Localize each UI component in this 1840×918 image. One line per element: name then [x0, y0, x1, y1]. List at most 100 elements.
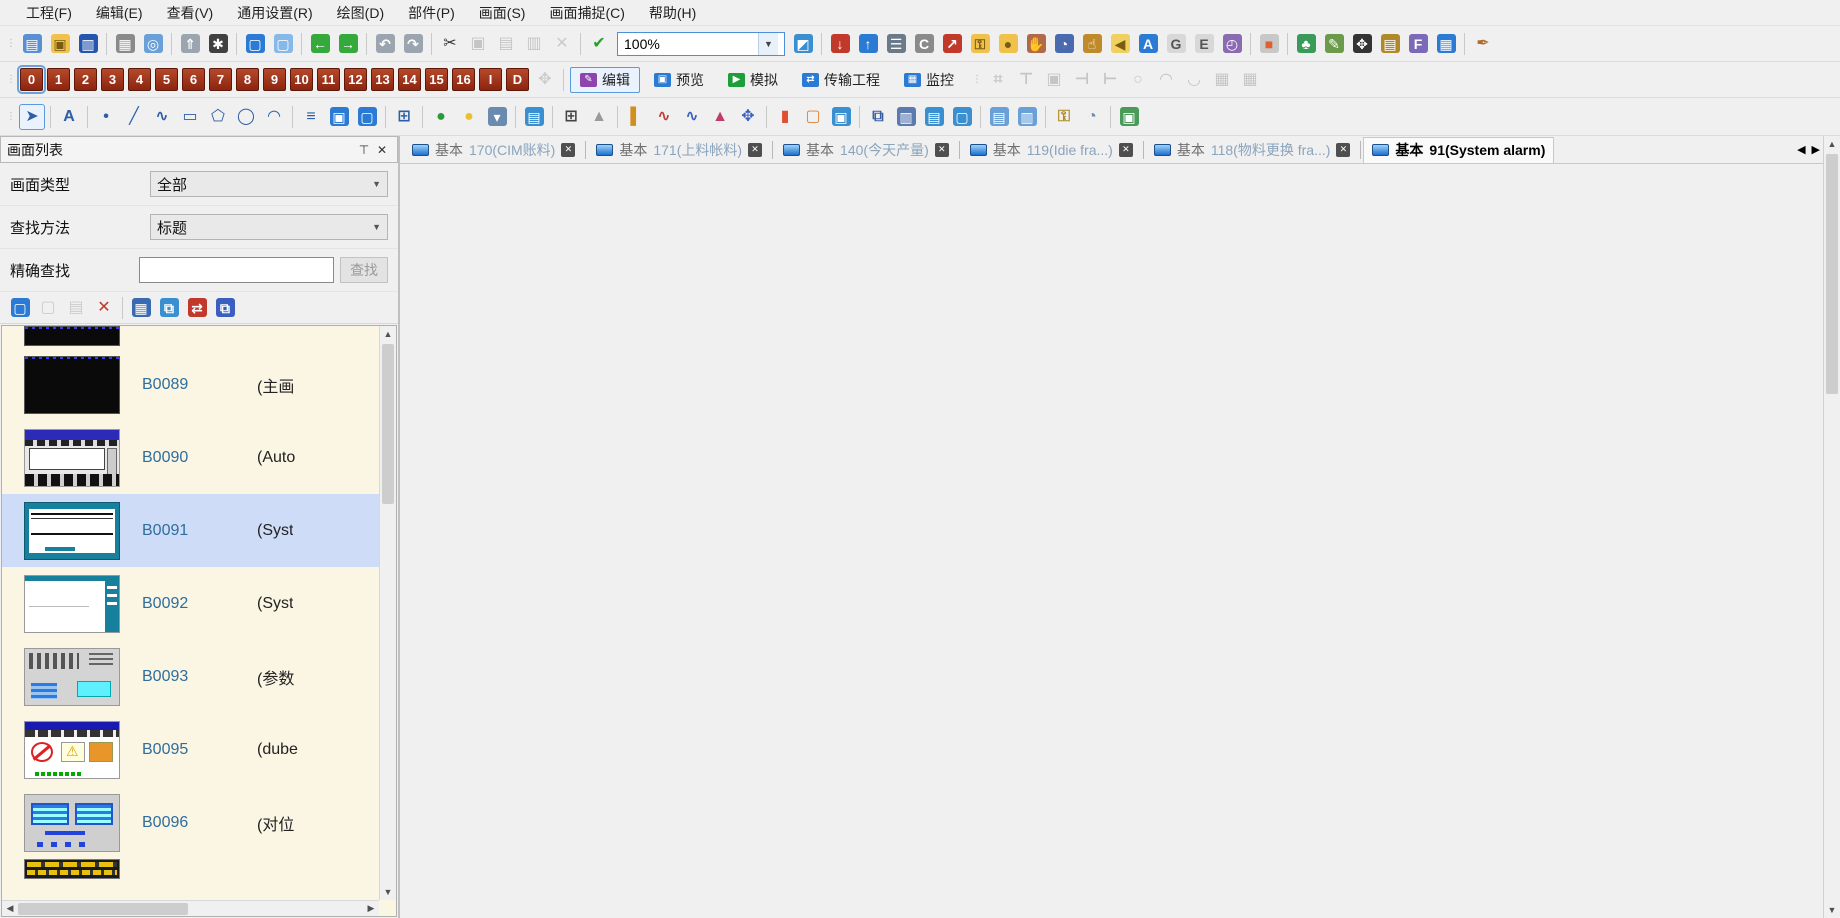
- save-project-icon[interactable]: ▥: [75, 31, 101, 57]
- navigation-icon[interactable]: ✥: [1349, 31, 1375, 57]
- scroll-up-icon[interactable]: ▲: [380, 326, 396, 342]
- new-screen-icon[interactable]: ▢: [242, 31, 268, 57]
- tab-screen-170[interactable]: 基本170(CIM账料)✕: [404, 137, 583, 163]
- print-preview-icon[interactable]: ◎: [140, 31, 166, 57]
- screen-button-12[interactable]: 12: [344, 68, 367, 91]
- error-check-icon[interactable]: ✔: [586, 31, 612, 57]
- screen-button-I[interactable]: I: [479, 68, 502, 91]
- scroll-down-icon[interactable]: ▼: [1824, 902, 1840, 918]
- tab-screen-118[interactable]: 基本118(物料更换 fra...)✕: [1146, 137, 1359, 163]
- polyline-tool-icon[interactable]: ∿: [149, 104, 175, 130]
- gauge2-icon[interactable]: ◡: [1181, 67, 1207, 93]
- tab-close-icon[interactable]: ✕: [748, 143, 762, 157]
- language-switch-icon[interactable]: A: [1135, 31, 1161, 57]
- scrollbar-thumb[interactable]: [1826, 154, 1838, 394]
- delete-icon[interactable]: ✕: [549, 31, 575, 57]
- mode-preview[interactable]: ▣预览: [644, 67, 714, 93]
- paste-screen-icon[interactable]: ▤: [63, 295, 89, 321]
- close-icon[interactable]: ✕: [373, 141, 391, 159]
- next-screen-icon[interactable]: →: [335, 31, 361, 57]
- screen-button-15[interactable]: 15: [425, 68, 448, 91]
- screen-button-8[interactable]: 8: [236, 68, 259, 91]
- menu-item[interactable]: 查看(V): [155, 0, 226, 26]
- device-list-icon[interactable]: ⌗: [985, 67, 1011, 93]
- recipe-view-icon[interactable]: ▤: [921, 104, 947, 130]
- screen-button-9[interactable]: 9: [263, 68, 286, 91]
- touch-input-icon[interactable]: ☝: [1079, 31, 1105, 57]
- list-item-B0091[interactable]: B0091(Syst: [2, 494, 379, 567]
- image-part-icon[interactable]: ▣: [326, 104, 352, 130]
- screen-convert-icon[interactable]: ⇄: [184, 295, 210, 321]
- mode-edit[interactable]: ✎编辑: [570, 67, 640, 93]
- pin-icon[interactable]: ⊤: [355, 141, 373, 159]
- exact-search-input[interactable]: [139, 257, 334, 283]
- list-horizontal-scrollbar[interactable]: ◀ ▶: [2, 900, 379, 916]
- redo-icon[interactable]: ↷: [400, 31, 426, 57]
- ellipse-tool-icon[interactable]: ◯: [233, 104, 259, 130]
- scale-tool-icon[interactable]: ≡: [298, 104, 324, 130]
- copy-icon[interactable]: ▣: [465, 31, 491, 57]
- zoom-dropdown-arrow[interactable]: ▼: [758, 33, 778, 55]
- library1-icon[interactable]: ▤: [986, 104, 1012, 130]
- window-set-icon[interactable]: ▥: [893, 104, 919, 130]
- scroll-right-icon[interactable]: ▶: [363, 901, 379, 917]
- key-icon[interactable]: ⚿: [967, 31, 993, 57]
- key-object-icon[interactable]: ⚿: [1051, 104, 1077, 130]
- scrollbar-thumb[interactable]: [382, 344, 394, 504]
- statistics-graph-icon[interactable]: ▲: [707, 104, 733, 130]
- open-project-icon[interactable]: ▣: [47, 31, 73, 57]
- list-item-B0092[interactable]: B0092(Syst: [2, 567, 379, 640]
- screen-list-icon[interactable]: ⧉: [156, 295, 182, 321]
- toolbar-grip[interactable]: ⋮: [6, 111, 14, 122]
- menu-item[interactable]: 绘图(D): [325, 0, 396, 26]
- front-pages-icon[interactable]: F: [1405, 31, 1431, 57]
- toolbar-grip[interactable]: ⋮: [6, 38, 14, 49]
- tab-close-icon[interactable]: ✕: [561, 143, 575, 157]
- undo-icon[interactable]: ↶: [372, 31, 398, 57]
- line-graph-icon[interactable]: ∿: [651, 104, 677, 130]
- tab-close-icon[interactable]: ✕: [1119, 143, 1133, 157]
- paste-special-icon[interactable]: ▥: [521, 31, 547, 57]
- align-right-icon[interactable]: ⊢: [1097, 67, 1123, 93]
- monitor-tool-icon[interactable]: ▦: [1433, 31, 1459, 57]
- screen-button-13[interactable]: 13: [371, 68, 394, 91]
- zoom-combo[interactable]: ▼: [617, 32, 785, 56]
- menu-item[interactable]: 通用设置(R): [225, 0, 324, 26]
- import-icon[interactable]: ⇑: [177, 31, 203, 57]
- numeric-grid-icon[interactable]: ⊞: [558, 104, 584, 130]
- security-lock-icon[interactable]: ●: [995, 31, 1021, 57]
- align-left-icon[interactable]: ⊣: [1069, 67, 1095, 93]
- screen-button-6[interactable]: 6: [182, 68, 205, 91]
- sound-icon[interactable]: ◀: [1107, 31, 1133, 57]
- tab-screen-91[interactable]: 基本91(System alarm): [1363, 137, 1554, 163]
- list-item-B0089[interactable]: B0089(主画: [2, 348, 379, 421]
- scroll-up-icon[interactable]: ▲: [1824, 136, 1840, 152]
- system-environment-icon[interactable]: ☰: [883, 31, 909, 57]
- tab-screen-140[interactable]: 基本140(今天产量)✕: [775, 137, 957, 163]
- new-project-icon[interactable]: ▤: [19, 31, 45, 57]
- copy-screen-icon[interactable]: ▢: [35, 295, 61, 321]
- script-edit-icon[interactable]: ✎: [1321, 31, 1347, 57]
- paste-icon[interactable]: ▤: [493, 31, 519, 57]
- list-item-B0090[interactable]: B0090(Auto: [2, 421, 379, 494]
- combo-part-icon[interactable]: ▾: [484, 104, 510, 130]
- doc-view-icon[interactable]: ▢: [949, 104, 975, 130]
- rotate-icon[interactable]: ○: [1125, 67, 1151, 93]
- mode-simulate[interactable]: ▶模拟: [718, 67, 788, 93]
- write-to-device-icon[interactable]: ↓: [827, 31, 853, 57]
- parts-library-icon[interactable]: ▤: [1377, 31, 1403, 57]
- tab-screen-171[interactable]: 基本171(上料帐料)✕: [588, 137, 770, 163]
- list-item-B0096[interactable]: B0096(对位: [2, 786, 379, 859]
- screen-type-select[interactable]: 全部 ▼: [150, 171, 388, 197]
- delete-screen-icon[interactable]: ✕: [91, 295, 117, 321]
- flask-icon[interactable]: ◔: [1079, 104, 1105, 130]
- csv-export-icon[interactable]: C: [911, 31, 937, 57]
- lamp-bulb-icon[interactable]: ●: [456, 104, 482, 130]
- read-from-device-icon[interactable]: ↑: [855, 31, 881, 57]
- arc-tool-icon[interactable]: ◠: [261, 104, 287, 130]
- screen-button-0[interactable]: 0: [20, 68, 43, 91]
- scroll-down-icon[interactable]: ▼: [380, 884, 396, 900]
- picture-final-icon[interactable]: ▣: [1116, 104, 1142, 130]
- screen-button-D[interactable]: D: [506, 68, 529, 91]
- transfer-doc-icon[interactable]: ↗: [939, 31, 965, 57]
